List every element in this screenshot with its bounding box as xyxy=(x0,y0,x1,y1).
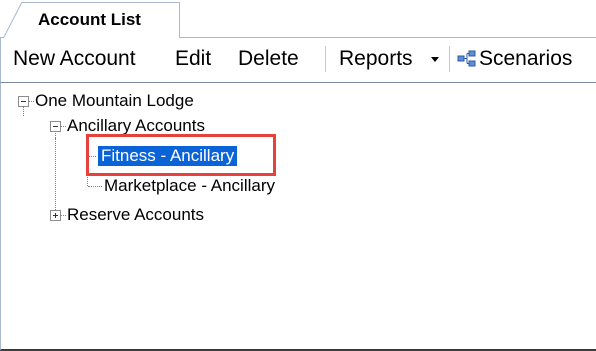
chevron-down-icon[interactable] xyxy=(431,57,439,62)
tree-node-marketplace-ancillary[interactable]: Marketplace - Ancillary xyxy=(104,176,275,196)
toolbar-separator xyxy=(325,46,326,72)
tree-connector xyxy=(55,131,57,210)
tree-connector xyxy=(88,186,102,188)
reports-button[interactable]: Reports xyxy=(339,47,413,71)
toolbar-separator xyxy=(449,46,450,72)
tree-connector xyxy=(29,101,34,103)
tab-account-list[interactable]: Account List xyxy=(22,2,180,38)
tree-node-one-mountain-lodge[interactable]: One Mountain Lodge xyxy=(35,91,194,111)
new-account-button[interactable]: New Account xyxy=(13,47,136,71)
toolbar: New Account Edit Delete Reports Scenario… xyxy=(0,38,596,82)
delete-button[interactable]: Delete xyxy=(238,47,299,71)
tree-connector xyxy=(61,215,66,217)
scenarios-button[interactable]: Scenarios xyxy=(479,47,572,71)
highlight-annotation xyxy=(86,134,276,176)
edit-button[interactable]: Edit xyxy=(175,47,211,71)
tab-slant-edge xyxy=(2,2,24,38)
tab-strip: Account List xyxy=(0,0,596,38)
tree-connector xyxy=(61,126,66,128)
tree-connector xyxy=(23,106,25,116)
tree-node-reserve-accounts[interactable]: Reserve Accounts xyxy=(67,205,204,225)
scenario-network-icon[interactable] xyxy=(457,50,477,68)
tree-node-ancillary-accounts[interactable]: Ancillary Accounts xyxy=(67,116,205,136)
account-list-window: Account List New Account Edit Delete Rep… xyxy=(0,0,596,351)
tab-account-list-label: Account List xyxy=(38,10,141,29)
plus-box-icon[interactable] xyxy=(50,210,61,221)
